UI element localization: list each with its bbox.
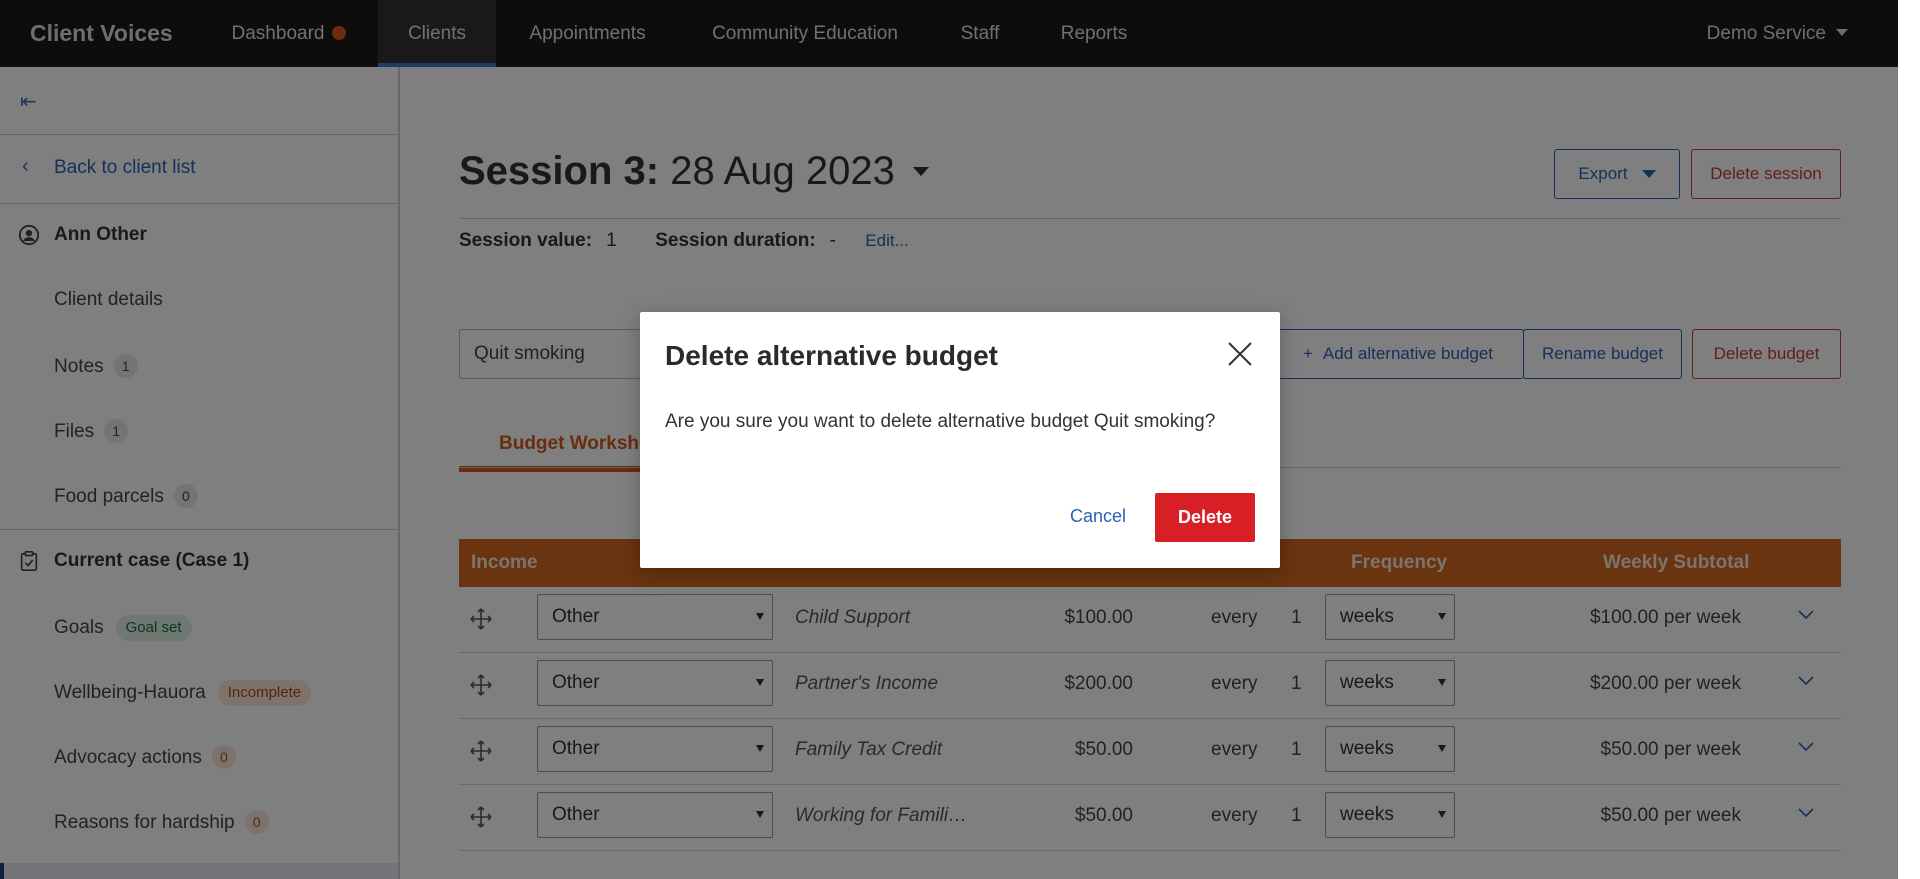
scrollbar-gutter bbox=[1898, 0, 1920, 879]
confirm-delete-button[interactable]: Delete bbox=[1155, 493, 1255, 542]
close-icon[interactable] bbox=[1226, 340, 1254, 368]
dialog-title: Delete alternative budget bbox=[665, 340, 998, 371]
delete-budget-dialog: Delete alternative budget Are you sure y… bbox=[640, 312, 1280, 568]
cancel-button[interactable]: Cancel bbox=[1070, 506, 1126, 527]
dialog-message: Are you sure you want to delete alternat… bbox=[665, 411, 1216, 432]
